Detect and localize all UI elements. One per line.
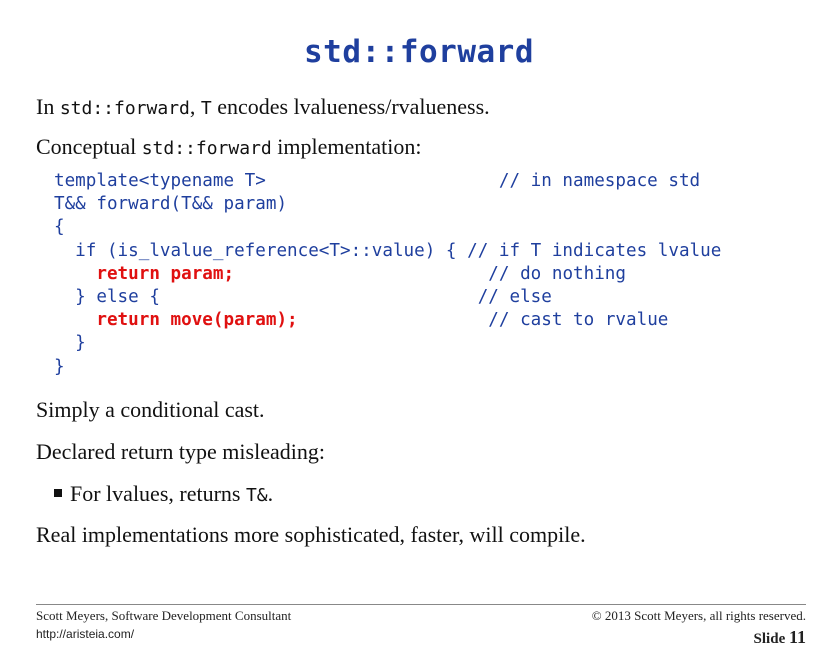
bullet-item: For lvalues, returns T&.	[54, 481, 273, 507]
declared-line: Declared return type misleading:	[36, 439, 325, 464]
conceptual-prefix: Conceptual	[36, 134, 142, 159]
footer-author: Scott Meyers, Software Development Consu…	[36, 608, 292, 623]
code-line: return param; // do nothing	[54, 263, 721, 286]
intro-code-forward: std::forward	[59, 98, 190, 119]
slide-number: Slide 11	[592, 627, 806, 648]
footer-copyright: © 2013 Scott Meyers, all rights reserved…	[591, 608, 806, 623]
footer-right: © 2013 Scott Meyers, all rights reserved…	[592, 608, 806, 648]
intro-line: In std::forward, T encodes lvalueness/rv…	[36, 94, 490, 120]
code-line: template<typename T> // in namespace std	[54, 171, 701, 191]
footer-url[interactable]: http://aristeia.com/	[36, 627, 291, 641]
code-comment: // do nothing	[234, 263, 626, 284]
slide-title: std::forward	[304, 34, 534, 70]
simply-line: Simply a conditional cast.	[36, 397, 265, 422]
conceptual-line: Conceptual std::forward implementation:	[36, 134, 421, 160]
bullet-square-icon	[54, 489, 62, 497]
slide-label: Slide	[753, 631, 786, 647]
bullet-suffix: .	[267, 481, 274, 506]
code-line: T&& forward(T&& param)	[54, 194, 288, 215]
intro-code-t: T	[200, 98, 212, 119]
footer-divider	[36, 604, 806, 605]
code-line: }	[54, 333, 86, 354]
code-line: return move(param); // cast to rvalue	[54, 309, 721, 332]
intro-middle: ,	[189, 94, 201, 119]
code-highlight: return move(param);	[96, 310, 298, 331]
code-highlight: return param;	[96, 263, 235, 284]
code-line: }	[54, 356, 65, 377]
real-line: Real implementations more sophisticated,…	[36, 522, 586, 547]
code-comment: // cast to rvalue	[297, 310, 669, 331]
footer-left: Scott Meyers, Software Development Consu…	[36, 608, 291, 641]
intro-suffix: encodes lvalueness/rvalueness.	[211, 94, 490, 119]
bullet-code: T&	[245, 485, 268, 506]
bullet-prefix: For lvalues, returns	[70, 481, 246, 506]
conceptual-code: std::forward	[141, 138, 272, 159]
intro-prefix: In	[36, 94, 60, 119]
code-line: if (is_lvalue_reference<T>::value) { // …	[54, 240, 722, 261]
code-line: } else { // else	[54, 286, 552, 307]
code-line: {	[54, 217, 65, 238]
slide-number-value: 11	[788, 627, 806, 647]
conceptual-suffix: implementation:	[271, 134, 422, 159]
code-block: template<typename T> // in namespace std…	[54, 170, 721, 379]
